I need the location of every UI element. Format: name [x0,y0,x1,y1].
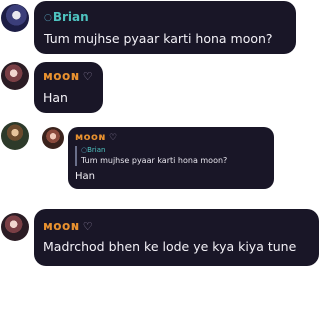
avatar-moon[interactable] [1,62,29,90]
message-bubble[interactable]: ○Brian Tum mujhse pyaar karti hona moon? [34,1,296,54]
heart-icon: ♡ [82,220,94,233]
avatar-moon[interactable] [42,127,64,149]
author-name[interactable]: ᴍᴏᴏɴ ♡ [43,69,93,84]
reply-text: Tum mujhse pyaar karti hona moon? [81,156,228,165]
avatar-moon[interactable] [1,213,29,241]
message-text: Tum mujhse pyaar karti hona moon? [44,31,273,46]
message-text: Han [43,90,68,105]
reply-preview[interactable]: ○Brian Tum mujhse pyaar karti hona moon? [75,146,227,166]
message-bubble[interactable]: ᴍᴏᴏɴ ♡ Han [34,62,103,113]
avatar-user[interactable] [1,122,29,150]
author-name[interactable]: ᴍᴏᴏɴ ♡ [43,219,93,234]
message-bubble[interactable]: ᴍᴏᴏɴ ♡ Madrchod bhen ke lode ye kya kiya … [34,209,319,266]
heart-icon: ♡ [108,133,118,143]
message-bubble[interactable]: ᴍᴏᴏɴ ♡ ○Brian Tum mujhse pyaar karti hona… [68,127,274,189]
reply-author: ○Brian [81,146,106,154]
heart-icon: ♡ [82,70,94,83]
author-name[interactable]: ᴍᴏᴏɴ ♡ [75,132,118,144]
author-name[interactable]: ○Brian [44,10,89,25]
message-text: Madrchod bhen ke lode ye kya kiya tune [43,239,297,254]
message-text: Han [75,171,95,182]
author-tag: ○ [44,13,52,23]
avatar-brian[interactable] [1,4,29,32]
